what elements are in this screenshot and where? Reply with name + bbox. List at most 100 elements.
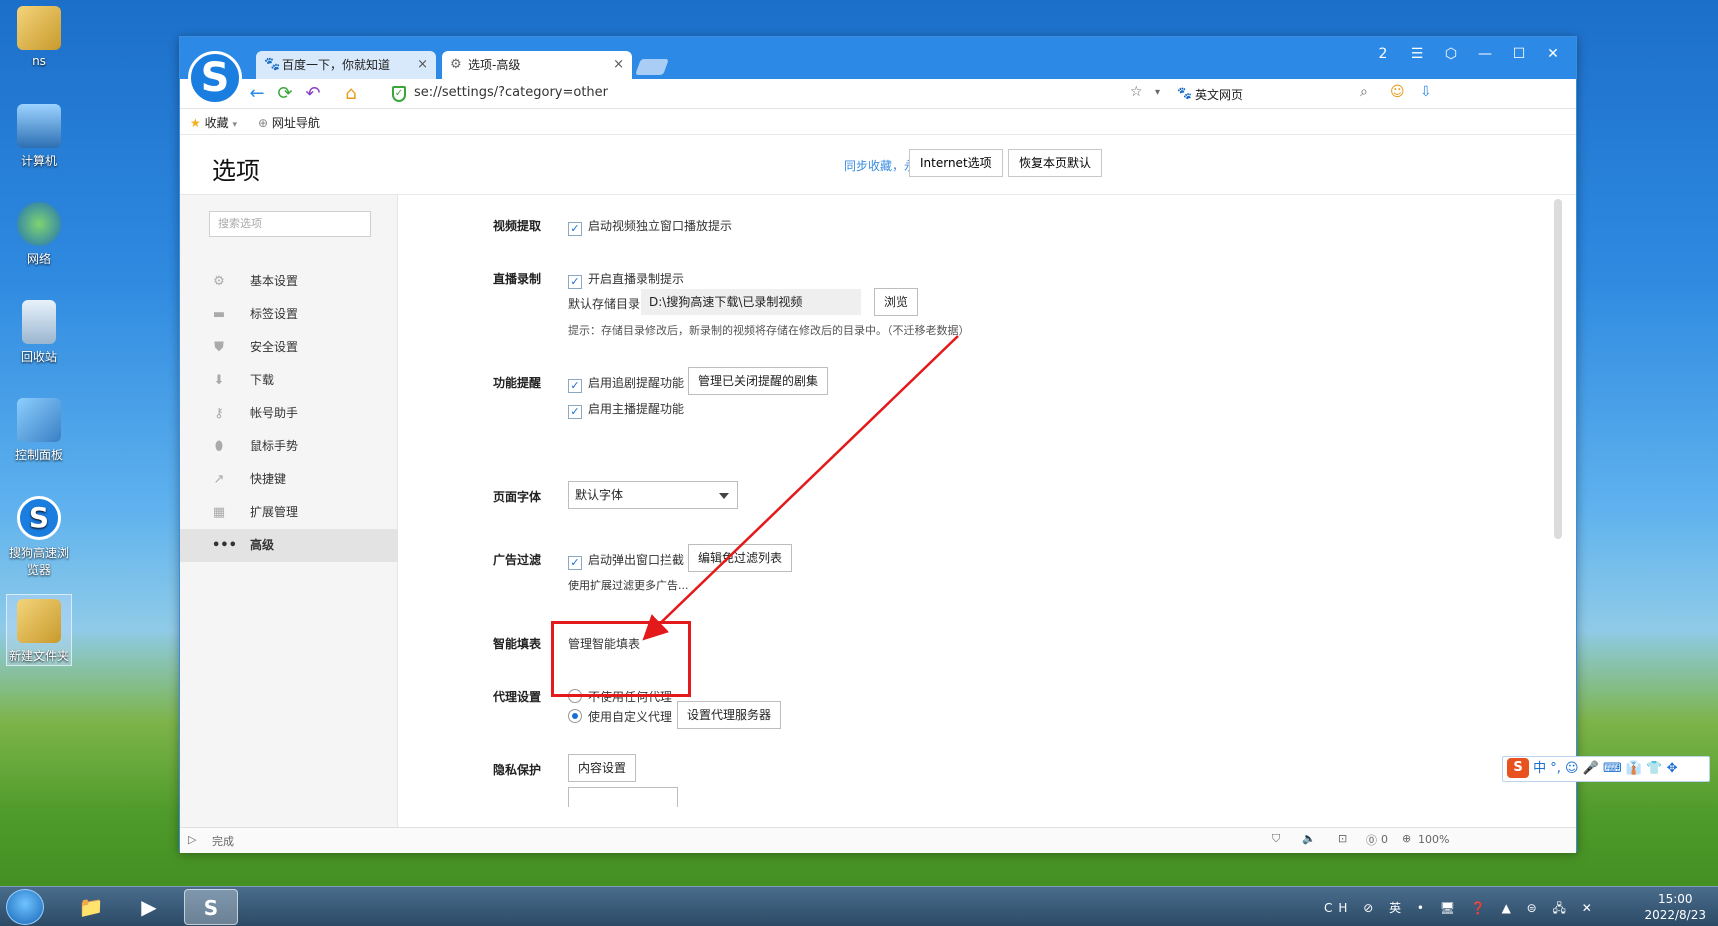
proxy-server-button[interactable]: 设置代理服务器	[677, 701, 782, 729]
radio-on-icon[interactable]	[568, 709, 582, 723]
new-tab-button[interactable]	[635, 59, 669, 75]
scrollbar[interactable]	[1554, 199, 1562, 539]
checkbox-checked-icon[interactable]: ✓	[568, 556, 582, 570]
checkbox-checked-icon[interactable]: ✓	[568, 405, 582, 419]
desktop-icon-recycle-bin[interactable]: 回收站	[6, 300, 72, 365]
zoom-icon[interactable]: ⊕	[1402, 832, 1411, 845]
bookmarks-bar: ★ 收藏 ▾ ⊕ 网址导航	[180, 109, 1576, 135]
address-bar[interactable]: se://settings/?category=other	[414, 85, 608, 100]
system-tray-icons[interactable]: CH ⊘ 英 • 🖥 ❓ ▲ ⊜ 🖧 ✕	[1324, 899, 1598, 920]
home-icon[interactable]: ⌂	[340, 83, 362, 105]
sidebar-item-label: 帐号助手	[250, 406, 299, 420]
annotation-highlight-box	[551, 621, 691, 697]
taskbar-explorer[interactable]: 📁	[64, 889, 118, 925]
extension-icon: ▦	[212, 505, 226, 520]
section-label-autofill: 智能填表	[493, 637, 542, 651]
undo-icon[interactable]: ↶	[302, 83, 324, 105]
refresh-icon[interactable]: ⟳	[274, 83, 296, 105]
tab-close-icon[interactable]: ×	[613, 51, 624, 79]
sidebar-item-security[interactable]: ⛊ 安全设置	[180, 331, 398, 364]
title-bar: 🐾 百度一下，你就知道 × ⚙ 选项-高级 × 2 ☰ ⬡ — ☐ ✕	[180, 37, 1576, 79]
partial-button	[568, 787, 678, 807]
taskbar: 📁 ▶ S CH ⊘ 英 • 🖥 ❓ ▲ ⊜ 🖧 ✕ 15:00 2022/8/…	[0, 886, 1718, 926]
bookmark-nav[interactable]: ⊕ 网址导航	[258, 114, 320, 131]
taskbar-media-player[interactable]: ▶	[122, 889, 176, 925]
smiley-icon[interactable]: ☺	[1390, 84, 1405, 100]
anchor-reminder-option[interactable]: ✓ 启用主播提醒功能	[568, 400, 684, 419]
search-icon[interactable]: ⌕	[1360, 84, 1368, 100]
desktop-icon-ns[interactable]: ns	[6, 6, 72, 68]
search-engine-label[interactable]: 英文网页	[1195, 86, 1243, 103]
browse-button[interactable]: 浏览	[874, 288, 919, 316]
sidebar-item-mouse[interactable]: ⬮ 鼠标手势	[180, 430, 398, 463]
skin-icon[interactable]: ⬡	[1434, 43, 1468, 65]
restore-default-button[interactable]: 恢复本页默认	[1008, 149, 1103, 177]
section-label-font: 页面字体	[493, 490, 542, 504]
ime-toolbar[interactable]: S 中 °, ☺ 🎤 ⌨ 👔 👕 ✥	[1502, 756, 1710, 782]
sidebar-item-tabs[interactable]: ▬ 标签设置	[180, 298, 398, 331]
popup-block-option[interactable]: ✓ 启动弹出窗口拦截	[568, 551, 684, 570]
sidebar-toggle-icon[interactable]: ▷	[188, 833, 196, 846]
tab-settings[interactable]: ⚙ 选项-高级 ×	[442, 51, 632, 79]
dropdown-caret-icon[interactable]: ▾	[1155, 87, 1160, 98]
sogou-ime-logo[interactable]: S	[1507, 758, 1529, 778]
font-select[interactable]: 默认字体	[568, 481, 738, 509]
close-icon[interactable]: ✕	[1536, 43, 1570, 65]
live-record-option[interactable]: ✓ 开启直播录制提示	[568, 270, 684, 289]
volume-icon[interactable]: 🔈	[1302, 832, 1316, 845]
tab-count-icon[interactable]: 2	[1366, 43, 1400, 65]
internet-options-button[interactable]: Internet选项	[909, 149, 1003, 177]
desktop-icon-control-panel[interactable]: 控制面板	[6, 398, 72, 463]
back-arrow-icon[interactable]: ←	[246, 83, 268, 105]
option-label: 启动弹出窗口拦截	[588, 553, 685, 567]
network-globe-icon	[17, 202, 61, 246]
desktop-icon-computer[interactable]: 计算机	[6, 104, 72, 169]
desktop-icon-network[interactable]: 网络	[6, 202, 72, 267]
desktop-icon-sogou-browser[interactable]: S 搜狗高速浏览器	[6, 496, 72, 578]
tab-close-icon[interactable]: ×	[417, 51, 428, 79]
zoom-level[interactable]: 100%	[1418, 833, 1449, 846]
search-input[interactable]: 搜索选项	[209, 211, 371, 237]
ime-buttons[interactable]: 中 °, ☺ 🎤 ⌨ 👔 👕 ✥	[1533, 761, 1677, 776]
sidebar-item-shortcuts[interactable]: ↗ 快捷键	[180, 463, 398, 496]
clock[interactable]: 15:00 2022/8/23	[1644, 891, 1706, 923]
taskbar-sogou-browser[interactable]: S	[184, 889, 238, 925]
minimize-icon[interactable]: —	[1468, 43, 1502, 65]
computer-icon	[17, 104, 61, 148]
sidebar-item-extensions[interactable]: ▦ 扩展管理	[180, 496, 398, 529]
start-button[interactable]	[6, 889, 44, 925]
package-icon[interactable]: ⊡	[1338, 832, 1347, 845]
edit-whitelist-button[interactable]: 编辑免过滤列表	[688, 544, 793, 572]
tab-baidu[interactable]: 🐾 百度一下，你就知道 ×	[256, 51, 436, 79]
checkbox-checked-icon[interactable]: ✓	[568, 379, 582, 393]
storage-dir-field[interactable]: D:\搜狗高速下载\已录制视频	[641, 289, 861, 315]
sidebar-item-advanced[interactable]: ••• 高级	[180, 529, 398, 562]
sidebar-item-label: 安全设置	[250, 340, 299, 354]
sidebar-item-account[interactable]: ⚷ 帐号助手	[180, 397, 398, 430]
checkbox-checked-icon[interactable]: ✓	[568, 222, 582, 236]
video-popup-option[interactable]: ✓ 启动视频独立窗口播放提示	[568, 217, 732, 236]
more-ad-filter-link[interactable]: 使用扩展过滤更多广告...	[568, 577, 689, 593]
drama-reminder-option[interactable]: ✓ 启用追剧提醒功能	[568, 374, 684, 393]
menu-icon[interactable]: ☰	[1400, 43, 1434, 65]
storage-hint: 提示：存储目录修改后，新录制的视频将存储在修改后的目录中。（不迁移老数据）	[568, 324, 970, 337]
sogou-logo[interactable]: S	[188, 51, 242, 105]
bookmark-favorites[interactable]: ★ 收藏 ▾	[190, 114, 237, 131]
checkbox-checked-icon[interactable]: ✓	[568, 275, 582, 289]
maximize-icon[interactable]: ☐	[1502, 43, 1536, 65]
adblock-icon[interactable]: ⓪	[1366, 832, 1377, 848]
download-icon[interactable]: ⇩	[1420, 84, 1432, 100]
desktop-icon-new-folder[interactable]: 新建文件夹	[6, 594, 72, 666]
section-label-reminder: 功能提醒	[493, 376, 542, 390]
shield-icon[interactable]: ⛉	[1272, 832, 1280, 846]
custom-proxy-option[interactable]: 使用自定义代理	[568, 708, 672, 725]
sidebar-item-label: 下载	[250, 373, 275, 387]
manage-reminders-button[interactable]: 管理已关闭提醒的剧集	[688, 367, 829, 395]
sidebar-item-download[interactable]: ⬇ 下载	[180, 364, 398, 397]
content-settings-button[interactable]: 内容设置	[568, 754, 637, 782]
secure-shield-icon: ✓	[392, 86, 406, 102]
sidebar-item-basic[interactable]: ⚙ 基本设置	[180, 265, 398, 298]
section-label-privacy: 隐私保护	[493, 763, 542, 777]
clock-time: 15:00	[1657, 892, 1693, 906]
favorite-star-icon[interactable]: ☆	[1130, 84, 1143, 100]
